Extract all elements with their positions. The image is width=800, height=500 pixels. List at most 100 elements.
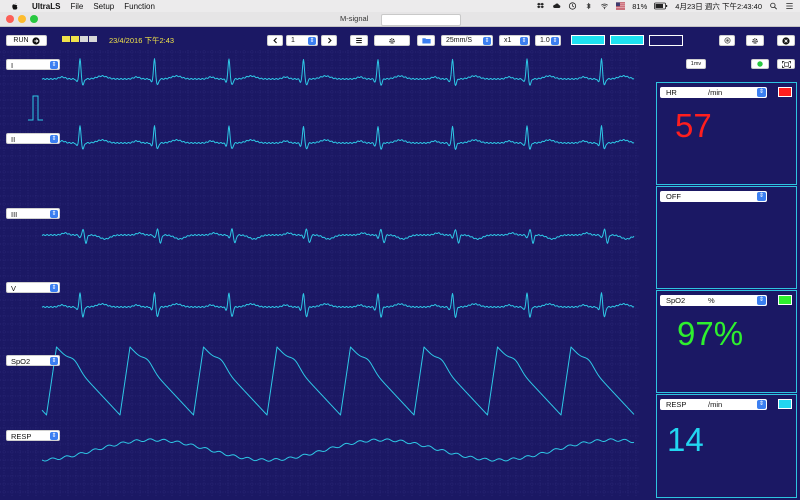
- fullscreen-icon: [781, 60, 791, 68]
- chevron-right-icon: [327, 37, 332, 44]
- channel-select-v[interactable]: V ⇕: [6, 282, 60, 293]
- trace-lead-i: [41, 58, 635, 86]
- spo2-value: 97%: [677, 315, 744, 352]
- calibration-button[interactable]: 1mv: [686, 59, 706, 69]
- param-label: SpO2: [666, 296, 686, 305]
- channel-label: II: [11, 135, 16, 144]
- channel-select-spo2[interactable]: SpO2 ⇕: [6, 355, 60, 366]
- chevron-updown-icon: ⇕: [757, 296, 766, 305]
- wifi-icon[interactable]: [600, 2, 609, 10]
- menubar-tray: 81% 4月23日 週六 下午2:43:40: [536, 0, 794, 12]
- spo2-panel: SpO2 % ⇕ 97%: [656, 290, 797, 393]
- trace-lead-ii: [41, 125, 635, 150]
- channel-select-ii[interactable]: II ⇕: [6, 133, 60, 144]
- window-minimize-button[interactable]: [18, 15, 26, 23]
- hr-color-swatch[interactable]: [778, 87, 792, 97]
- snapshot-button[interactable]: [719, 35, 735, 46]
- open-folder-button[interactable]: [417, 35, 435, 46]
- off-panel: OFF ⇕: [656, 186, 797, 289]
- menubar-clock[interactable]: 4月23日 週六 下午2:43:40: [675, 1, 762, 12]
- notification-center-icon[interactable]: [785, 2, 794, 10]
- color-swatch-1[interactable]: [571, 35, 605, 45]
- off-param-select[interactable]: OFF ⇕: [660, 191, 767, 202]
- list-button[interactable]: [350, 35, 368, 46]
- arrow-right-circle-icon: [31, 36, 40, 45]
- speed-value: 25mm/S: [446, 37, 473, 44]
- chevron-updown-icon: ⇕: [757, 192, 766, 201]
- chevron-updown-icon: ⇕: [50, 135, 58, 143]
- next-page-button[interactable]: [321, 35, 337, 46]
- gain-value: x1: [504, 37, 512, 44]
- apple-icon[interactable]: [10, 2, 20, 11]
- hr-panel: HR /min ⇕ 57: [656, 82, 797, 185]
- chevron-updown-icon: ⇕: [50, 432, 58, 440]
- menu-app-name[interactable]: UltraLS: [32, 2, 60, 11]
- spotlight-search-icon[interactable]: [769, 2, 778, 10]
- clock-icon[interactable]: [568, 2, 577, 10]
- close-button[interactable]: [777, 35, 795, 46]
- grid: [0, 50, 640, 496]
- window-title-field[interactable]: [381, 14, 461, 26]
- live-indicator-button[interactable]: [751, 59, 769, 69]
- gear-icon: [389, 37, 395, 44]
- window-title: M-signal: [340, 14, 369, 23]
- list-icon: [356, 37, 362, 44]
- window-zoom-button[interactable]: [30, 15, 38, 23]
- status-box-4: [89, 36, 97, 42]
- status-box-2: [71, 36, 79, 42]
- chevron-updown-icon: ⇕: [50, 210, 58, 218]
- color-swatch-2[interactable]: [610, 35, 644, 45]
- channel-select-resp[interactable]: RESP ⇕: [6, 430, 60, 441]
- battery-percent: 81%: [632, 1, 648, 11]
- channel-label: III: [11, 210, 18, 219]
- page-select[interactable]: 1 ⇕: [286, 35, 318, 46]
- chevron-updown-icon: ⇕: [520, 37, 528, 45]
- status-box-3: [80, 36, 88, 42]
- resp-color-swatch[interactable]: [778, 399, 792, 409]
- scale-select[interactable]: 1.0 ⇕: [535, 35, 561, 46]
- param-unit: /min: [708, 400, 723, 409]
- settings-button[interactable]: [374, 35, 410, 46]
- channel-label: I: [11, 61, 14, 70]
- menu-setup[interactable]: Setup: [93, 2, 114, 11]
- preferences-button[interactable]: [746, 35, 764, 46]
- menu-file[interactable]: File: [70, 2, 83, 11]
- hr-param-select[interactable]: HR /min ⇕: [660, 87, 767, 98]
- channel-label: SpO2: [11, 357, 31, 366]
- run-button[interactable]: RUN: [6, 35, 47, 46]
- prev-page-button[interactable]: [267, 35, 283, 46]
- spo2-param-select[interactable]: SpO2 % ⇕: [660, 295, 767, 306]
- us-flag-icon[interactable]: [616, 2, 626, 10]
- battery-icon[interactable]: [654, 2, 668, 10]
- param-label: RESP: [666, 400, 687, 409]
- chevron-updown-icon: ⇕: [757, 400, 766, 409]
- hr-value: 57: [675, 107, 712, 144]
- channel-select-iii[interactable]: III ⇕: [6, 208, 60, 219]
- fullscreen-button[interactable]: [777, 59, 795, 69]
- green-dot-icon: [757, 61, 763, 67]
- page-value: 1: [291, 37, 295, 44]
- cloud-icon[interactable]: [552, 2, 561, 10]
- close-circle-icon: [782, 36, 790, 45]
- param-unit: %: [708, 296, 715, 305]
- channel-select-i[interactable]: I ⇕: [6, 59, 60, 70]
- gain-select[interactable]: x1 ⇕: [499, 35, 530, 46]
- calibration-label: 1mv: [690, 61, 702, 67]
- waveform-graph: [0, 50, 640, 496]
- speed-select[interactable]: 25mm/S ⇕: [441, 35, 493, 46]
- menu-function[interactable]: Function: [124, 2, 155, 11]
- recording-datetime: 23/4/2016 下午2:43: [109, 36, 175, 45]
- resp-param-select[interactable]: RESP /min ⇕: [660, 399, 767, 410]
- chevron-updown-icon: ⇕: [308, 37, 316, 45]
- dropbox-icon[interactable]: [536, 2, 545, 10]
- run-label: RUN: [13, 37, 29, 44]
- spo2-color-swatch[interactable]: [778, 295, 792, 305]
- chevron-updown-icon: ⇕: [757, 88, 766, 97]
- status-box-1: [62, 36, 70, 42]
- bluetooth-icon[interactable]: [584, 2, 593, 10]
- chevron-left-icon: [272, 37, 277, 44]
- trace-resp: [41, 438, 635, 462]
- window-close-button[interactable]: [6, 15, 14, 23]
- window-titlebar: M-signal: [0, 12, 800, 27]
- color-swatch-3[interactable]: [649, 35, 683, 46]
